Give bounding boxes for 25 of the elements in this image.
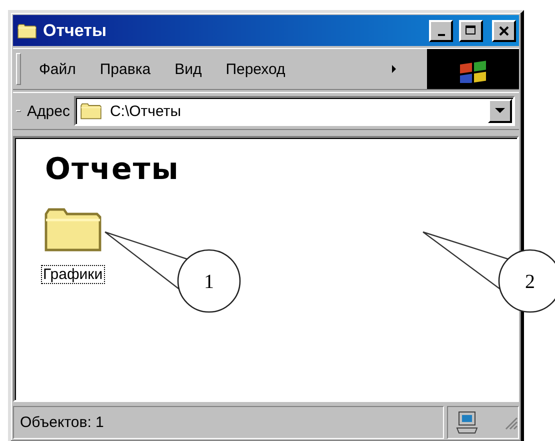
menu-item[interactable]: Правка [88,58,163,80]
chevron-icon[interactable] [391,64,397,74]
close-button[interactable] [492,20,516,42]
resize-grip-icon[interactable] [504,416,518,430]
callout-number: 2 [525,271,535,293]
address-label: Адрес [27,102,71,120]
close-icon [499,26,509,36]
menu-item[interactable]: Вид [162,58,214,80]
window-title: Отчеты [43,20,108,40]
maximize-icon [465,25,477,36]
folder-label[interactable]: Графики [41,265,105,284]
dropdown-button[interactable] [488,99,512,123]
status-text: Объектов: 1 [13,406,444,439]
maximize-button[interactable] [459,20,483,42]
folder-heading: Отчеты [45,152,180,187]
menu-item[interactable]: Файл [27,58,88,80]
menu-item[interactable]: Переход [214,58,298,80]
computer-icon [456,410,478,434]
folder-icon [80,102,102,120]
minimize-button[interactable] [429,20,453,42]
address-field[interactable]: C:\Отчеты [74,96,515,126]
caret-icon [495,108,505,114]
minimize-icon [438,34,444,36]
folder-icon [17,22,37,38]
callout-number: 1 [204,271,214,293]
